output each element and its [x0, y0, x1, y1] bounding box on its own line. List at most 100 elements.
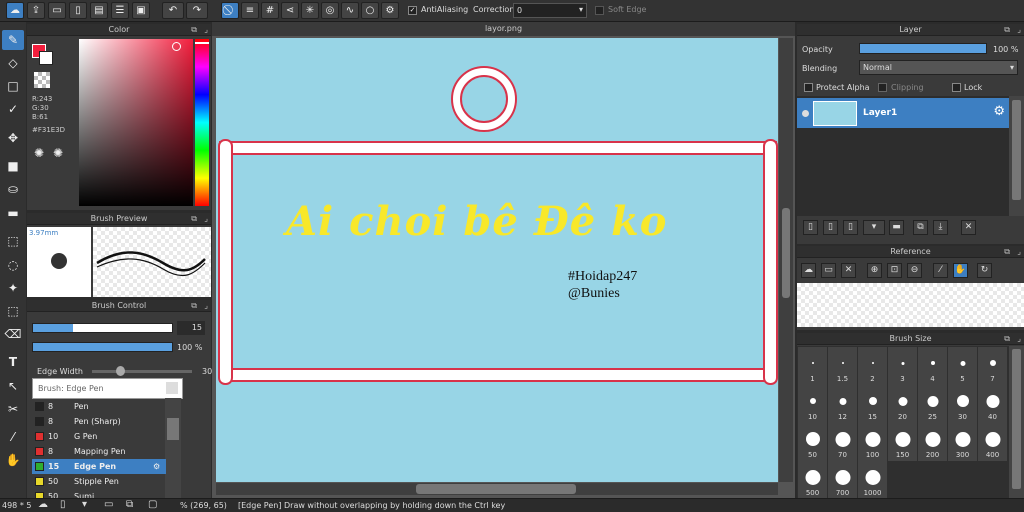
- brush-size-cell[interactable]: 2: [858, 347, 887, 385]
- rectangle-tool-icon[interactable]: □: [2, 76, 24, 96]
- brush-item[interactable]: 10 G Pen: [32, 429, 166, 444]
- folder-icon[interactable]: ▬: [889, 220, 904, 235]
- color-history-icon[interactable]: ✺: [53, 146, 63, 160]
- select-pen-icon[interactable]: ⬚: [2, 301, 24, 321]
- save-icon[interactable]: ▣: [132, 2, 150, 19]
- save-icon[interactable]: ▭: [104, 499, 113, 510]
- cloud-icon[interactable]: ☁: [6, 2, 24, 19]
- brush-size-cell[interactable]: 70: [828, 423, 857, 461]
- brush-size-value[interactable]: 15: [177, 321, 205, 335]
- brush-size-cell[interactable]: 10: [798, 385, 827, 423]
- circle-snap-icon[interactable]: ◎: [321, 2, 339, 19]
- brush-item[interactable]: 50 Stipple Pen: [32, 474, 166, 489]
- zoom-in-icon[interactable]: ⊕: [867, 263, 882, 278]
- select-tool-icon[interactable]: ⬚: [2, 231, 24, 251]
- brush-size-cell[interactable]: 700: [828, 461, 857, 499]
- saturation-value-picker[interactable]: [79, 39, 193, 206]
- brush-size-cell[interactable]: 1000: [858, 461, 887, 499]
- close-icon[interactable]: ✕: [841, 263, 856, 278]
- brush-size-cell[interactable]: 400: [978, 423, 1007, 461]
- select-eraser-icon[interactable]: ⌫: [2, 324, 24, 344]
- collapse-icon[interactable]: ⌟: [1017, 24, 1021, 36]
- correction-select[interactable]: 0 ▾: [513, 3, 587, 18]
- lasso-tool-icon[interactable]: ◌: [2, 255, 24, 275]
- brush-size-cell[interactable]: 30: [948, 385, 977, 423]
- gradient-tool-icon[interactable]: ▬: [2, 203, 24, 223]
- vertical-scrollbar[interactable]: [779, 38, 793, 482]
- brush-opacity-slider[interactable]: [32, 342, 173, 352]
- parallel-snap-icon[interactable]: ≡: [241, 2, 259, 19]
- popout-icon[interactable]: ⧉: [1004, 246, 1010, 258]
- hue-handle[interactable]: [195, 42, 209, 44]
- hand-icon[interactable]: ✋: [953, 263, 968, 278]
- new-layer-half-icon[interactable]: ▯: [843, 220, 858, 235]
- no-snap-icon[interactable]: ⃠: [221, 2, 239, 19]
- brush-item[interactable]: 8 Pen: [32, 399, 166, 414]
- undo-icon[interactable]: ↶: [162, 2, 184, 19]
- radial-snap-icon[interactable]: ⋖: [281, 2, 299, 19]
- cross-snap-icon[interactable]: ✳: [301, 2, 319, 19]
- fit-icon[interactable]: ⊡: [887, 263, 902, 278]
- brush-size-cell[interactable]: 200: [918, 423, 947, 461]
- popout-icon[interactable]: ⧉: [1004, 333, 1010, 345]
- eyedropper-icon[interactable]: ⁄: [2, 427, 24, 447]
- reference-view[interactable]: [797, 283, 1024, 327]
- chat-icon[interactable]: ▭: [48, 2, 66, 19]
- divide-tool-icon[interactable]: ✂: [2, 399, 24, 419]
- edge-width-handle[interactable]: [116, 366, 125, 376]
- upload-icon[interactable]: ⇪: [27, 2, 45, 19]
- popout-icon[interactable]: ⧉: [1004, 24, 1010, 36]
- brush-size-cell[interactable]: 40: [978, 385, 1007, 423]
- brush-size-cell[interactable]: 25: [918, 385, 947, 423]
- brush-size-cell[interactable]: 150: [888, 423, 917, 461]
- eye-icon[interactable]: [802, 110, 809, 117]
- document-icon[interactable]: ▯: [60, 499, 66, 510]
- brush-size-cell[interactable]: 300: [948, 423, 977, 461]
- new-layer-alt-icon[interactable]: ▯: [823, 220, 838, 235]
- blending-select[interactable]: Normal ▾: [859, 60, 1018, 75]
- brush-size-cell[interactable]: 20: [888, 385, 917, 423]
- merge-icon[interactable]: ⤓: [933, 220, 948, 235]
- zoom-out-icon[interactable]: ⊖: [907, 263, 922, 278]
- collapse-icon[interactable]: ⌟: [1017, 246, 1021, 258]
- document-tab[interactable]: layor.png: [212, 22, 795, 36]
- color-picker-handle[interactable]: [172, 42, 181, 51]
- layer-opacity-slider[interactable]: [859, 43, 987, 54]
- text-tool-icon[interactable]: T: [2, 352, 24, 372]
- transparent-swatch[interactable]: [34, 72, 50, 88]
- layer-menu-icon[interactable]: ▾: [82, 499, 87, 510]
- soft-edge-checkbox[interactable]: [595, 6, 604, 15]
- magic-wand-icon[interactable]: ✦: [2, 278, 24, 298]
- dot-brush-tool-icon[interactable]: ✓: [2, 99, 24, 119]
- canvas[interactable]: Ai choi bê Đê ko #Hoidap247 @Bunies: [216, 38, 778, 482]
- palette-icon[interactable]: ✺: [34, 146, 44, 160]
- brush-size-cell[interactable]: 100: [858, 423, 887, 461]
- brush-size-cell[interactable]: 500: [798, 461, 827, 499]
- brush-size-cell[interactable]: 12: [828, 385, 857, 423]
- duplicate-icon[interactable]: ⧉: [913, 220, 928, 235]
- collapse-icon[interactable]: ⌟: [204, 300, 208, 312]
- brush-item[interactable]: 8 Pen (Sharp): [32, 414, 166, 429]
- eraser-tool-icon[interactable]: ◇: [2, 53, 24, 73]
- gear-icon[interactable]: ⚙: [993, 104, 1005, 119]
- new-file-icon[interactable]: ▯: [69, 2, 87, 19]
- fill-rect-tool-icon[interactable]: ■: [2, 156, 24, 176]
- gear-icon[interactable]: ⚙: [381, 2, 399, 19]
- protect-alpha-checkbox[interactable]: [804, 83, 813, 92]
- brush-size-cell[interactable]: 1.5: [828, 347, 857, 385]
- list-icon[interactable]: ☰: [111, 2, 129, 19]
- brush-size-cell[interactable]: 1: [798, 347, 827, 385]
- brush-size-cell[interactable]: 3: [888, 347, 917, 385]
- grid-snap-icon[interactable]: #: [261, 2, 279, 19]
- eyedropper-icon[interactable]: ⁄: [933, 263, 948, 278]
- redo-icon[interactable]: ↷: [186, 2, 208, 19]
- popout-icon[interactable]: ⧉: [191, 213, 197, 225]
- brush-list-scrollbar[interactable]: [165, 398, 181, 498]
- popout-icon[interactable]: ⧉: [191, 24, 197, 36]
- lock-checkbox[interactable]: [952, 83, 961, 92]
- cloud-icon[interactable]: ☁: [801, 263, 816, 278]
- new-layer-icon[interactable]: ▯: [803, 220, 818, 235]
- ellipse-snap-icon[interactable]: ○: [361, 2, 379, 19]
- edge-width-slider[interactable]: [92, 366, 192, 376]
- clipping-checkbox[interactable]: [878, 83, 887, 92]
